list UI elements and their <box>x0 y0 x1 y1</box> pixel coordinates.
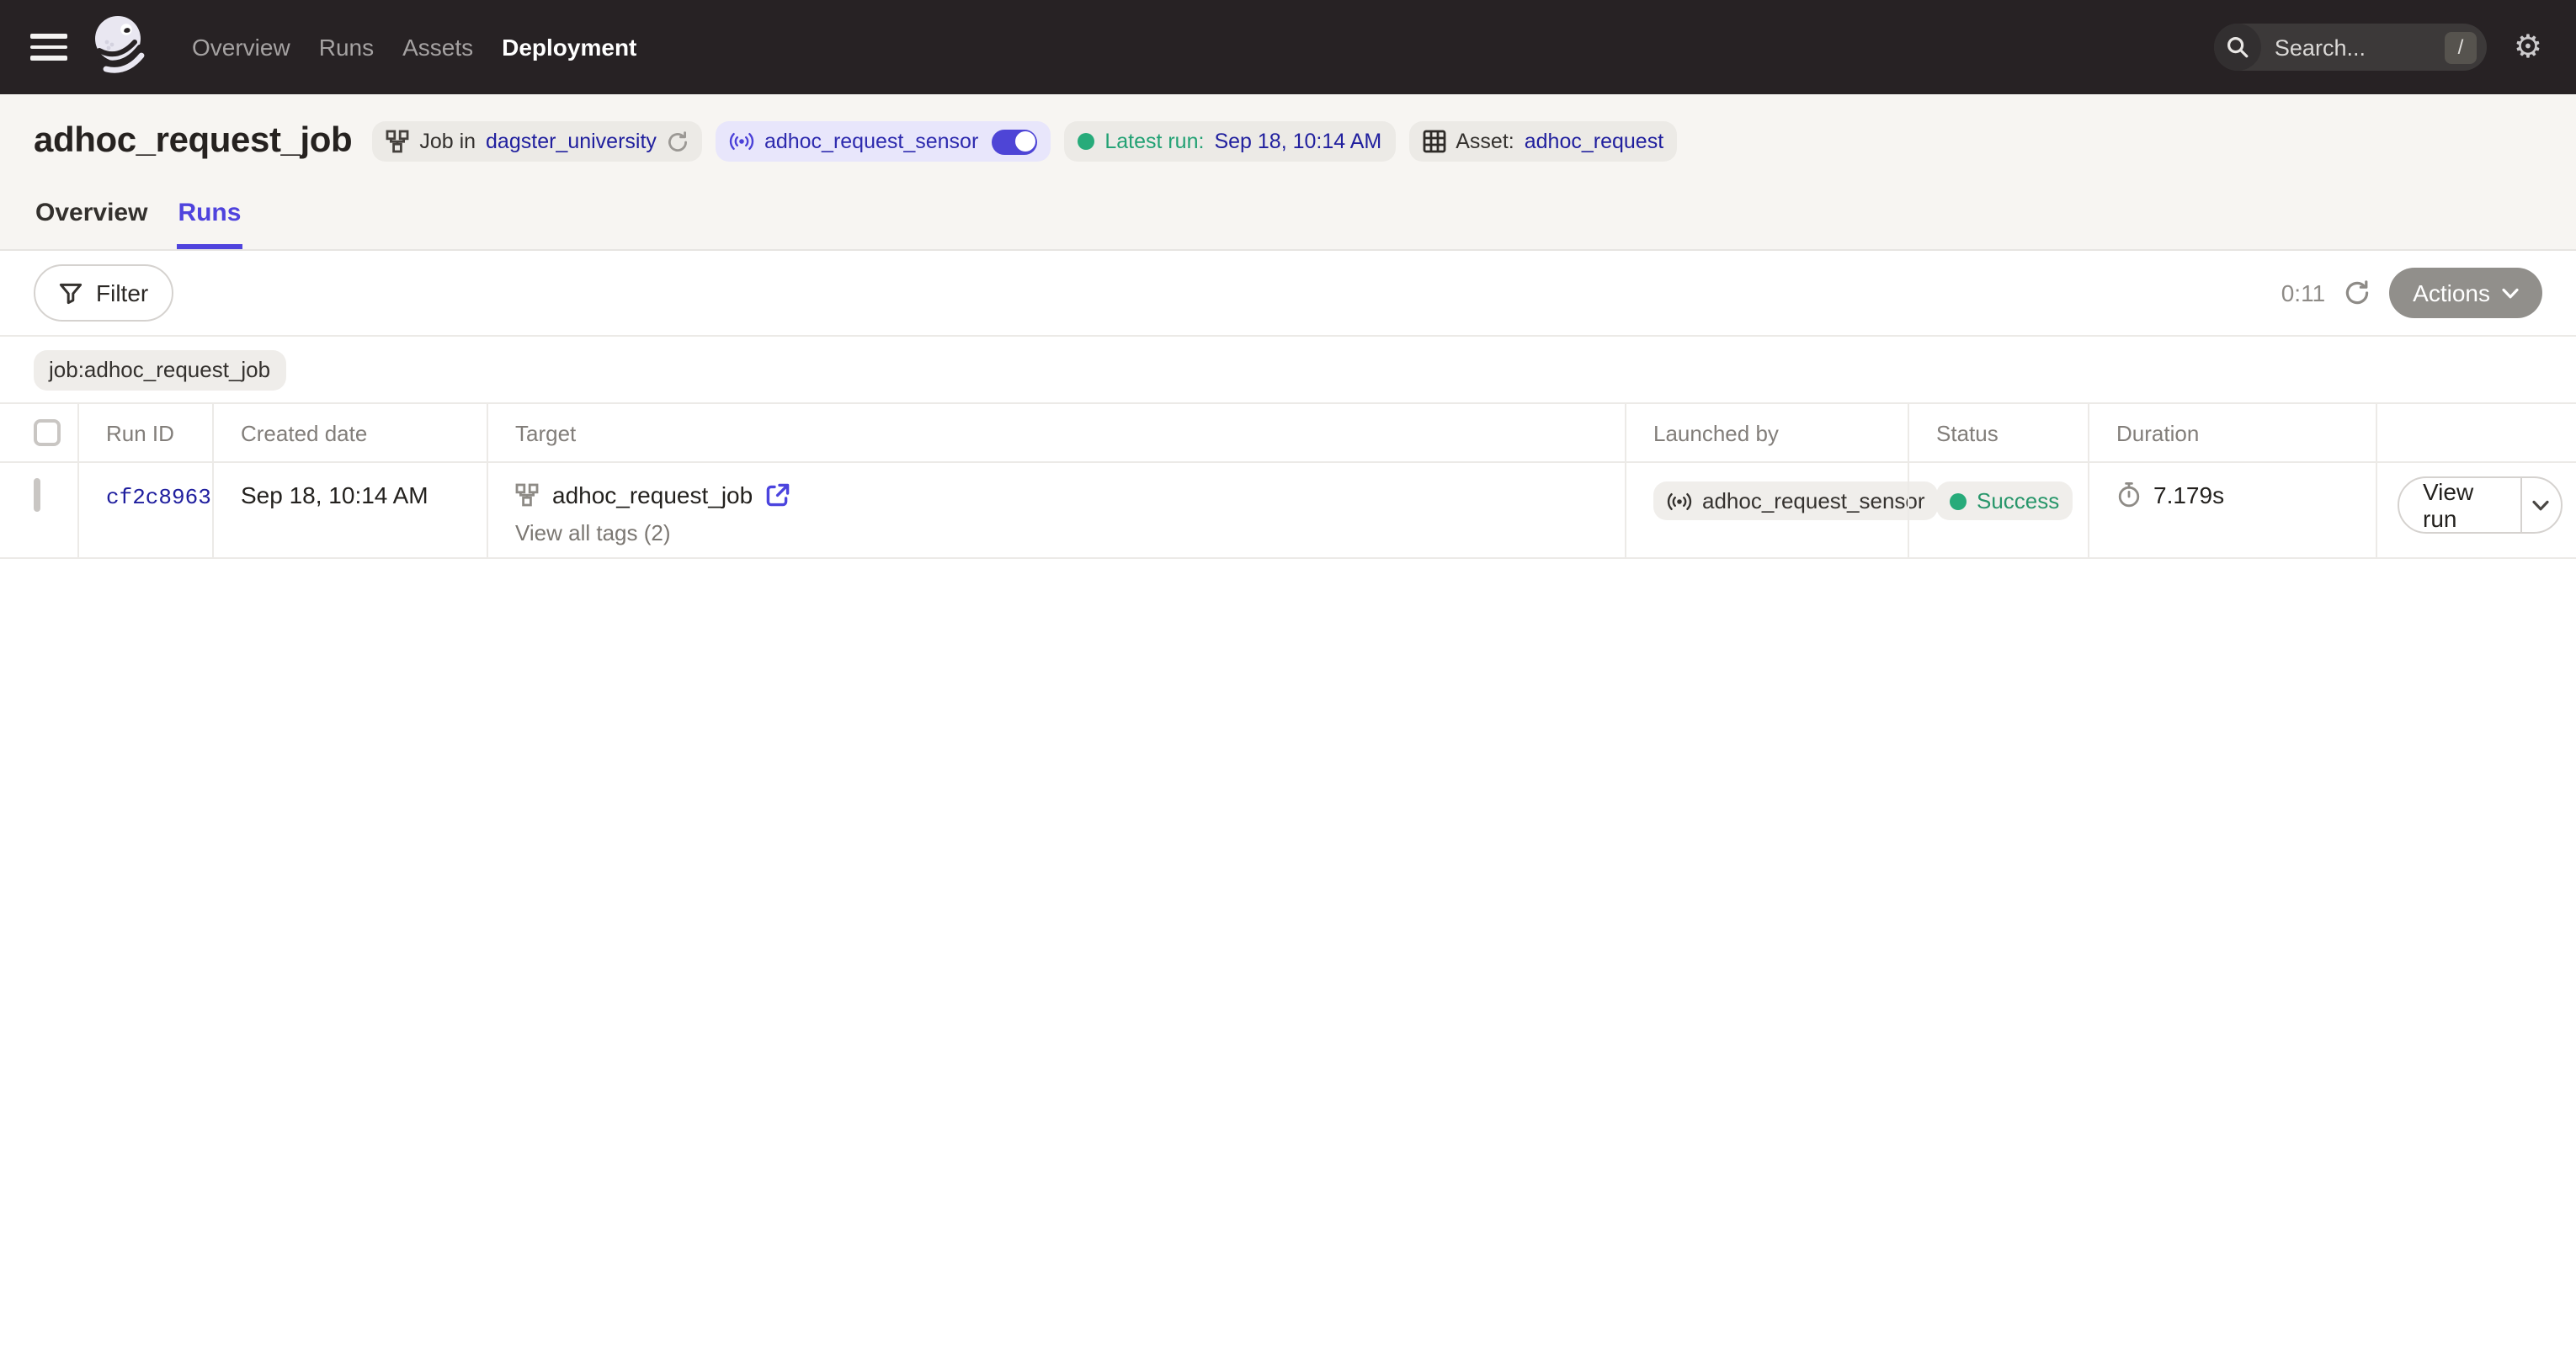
asset-tag[interactable]: Asset: adhoc_request <box>1408 121 1677 162</box>
view-run-button[interactable]: View run <box>2399 478 2520 532</box>
sensor-toggle[interactable] <box>992 129 1037 154</box>
header-tags: Job in dagster_university adhoc_request_… <box>372 121 1677 162</box>
actions-button[interactable]: Actions <box>2389 268 2542 318</box>
topnav-right: / ⚙ <box>2214 24 2542 71</box>
actions-button-label: Actions <box>2413 279 2490 306</box>
row-actions-cell: View run <box>2376 463 2576 557</box>
hamburger-menu-icon[interactable] <box>30 34 67 61</box>
view-run-split-button: View run <box>2398 476 2563 534</box>
status-cell: Success <box>1908 463 2088 557</box>
target-cell: adhoc_request_job View all tags (2) <box>487 463 1625 557</box>
launched-by-name: adhoc_request_sensor <box>1702 488 1925 513</box>
sensor-icon <box>729 131 754 152</box>
reload-location-icon[interactable] <box>667 130 689 152</box>
refresh-countdown: 0:11 <box>2281 279 2325 306</box>
asset-grid-icon <box>1422 130 1445 153</box>
nav-item-assets[interactable]: Assets <box>402 34 473 61</box>
filter-button-label: Filter <box>96 279 148 306</box>
chevron-down-icon <box>2502 287 2519 299</box>
filter-button[interactable]: Filter <box>34 264 173 322</box>
stopwatch-icon <box>2116 481 2142 508</box>
column-header-launched-by: Launched by <box>1625 404 1908 461</box>
launched-by-tag[interactable]: adhoc_request_sensor <box>1653 481 1939 520</box>
column-header-target: Target <box>487 404 1625 461</box>
search-shortcut-badge: / <box>2445 31 2477 63</box>
job-graph-icon <box>515 483 539 507</box>
search-input[interactable] <box>2261 35 2445 60</box>
page-title: adhoc_request_job <box>34 121 352 162</box>
table-row: cf2c8963 Sep 18, 10:14 AM adhoc_request_… <box>0 463 2576 559</box>
settings-gear-icon[interactable]: ⚙ <box>2514 31 2542 63</box>
latest-run-tag[interactable]: Latest run: Sep 18, 10:14 AM <box>1064 121 1395 162</box>
search-icon <box>2214 24 2261 71</box>
sensor-name: adhoc_request_sensor <box>764 130 978 153</box>
runs-table-header: Run ID Created date Target Launched by S… <box>0 404 2576 463</box>
tab-overview[interactable]: Overview <box>34 199 149 249</box>
column-header-created-date: Created date <box>212 404 487 461</box>
latest-run-status-dot <box>1078 133 1094 150</box>
app-root: Overview Runs Assets Deployment / ⚙ adho… <box>0 0 2576 1367</box>
tab-runs[interactable]: Runs <box>176 199 242 249</box>
job-location-tag[interactable]: Job in dagster_university <box>372 121 702 162</box>
asset-tag-label: Asset: <box>1456 130 1514 153</box>
page-tabs: Overview Runs <box>34 199 2542 249</box>
sensor-tag[interactable]: adhoc_request_sensor <box>716 121 1051 162</box>
primary-nav: Overview Runs Assets Deployment <box>192 34 636 61</box>
code-location-link[interactable]: dagster_university <box>486 130 657 153</box>
nav-item-overview[interactable]: Overview <box>192 34 290 61</box>
view-all-tags-link[interactable]: View all tags (2) <box>515 520 1611 545</box>
latest-run-label: Latest run: <box>1104 130 1204 153</box>
view-run-dropdown-toggle[interactable] <box>2520 478 2561 532</box>
external-link-icon[interactable] <box>766 483 790 507</box>
refresh-icon[interactable] <box>2344 279 2371 306</box>
page-header: adhoc_request_job Job in dagster_univers… <box>0 94 2576 251</box>
status-label: Success <box>1977 488 2059 513</box>
chevron-down-icon <box>2533 499 2550 511</box>
column-header-status: Status <box>1908 404 2088 461</box>
runs-toolbar: Filter 0:11 Actions <box>0 251 2576 335</box>
job-tag-prefix: Job in <box>419 130 476 153</box>
asset-link[interactable]: adhoc_request <box>1525 130 1663 153</box>
nav-item-deployment[interactable]: Deployment <box>502 34 636 61</box>
launched-by-cell: adhoc_request_sensor <box>1625 463 1908 557</box>
row-checkbox[interactable] <box>34 478 40 512</box>
duration-value: 7.179s <box>2153 481 2224 508</box>
duration-cell: 7.179s <box>2088 463 2376 557</box>
nav-item-runs[interactable]: Runs <box>319 34 374 61</box>
search-box[interactable]: / <box>2214 24 2487 71</box>
target-job-name[interactable]: adhoc_request_job <box>552 481 753 508</box>
dagster-logo-icon[interactable] <box>91 13 155 81</box>
success-dot <box>1950 492 1967 509</box>
select-all-checkbox[interactable] <box>34 419 61 446</box>
created-date-cell: Sep 18, 10:14 AM <box>212 463 487 557</box>
top-navigation: Overview Runs Assets Deployment / ⚙ <box>0 0 2576 94</box>
latest-run-time-link[interactable]: Sep 18, 10:14 AM <box>1214 130 1381 153</box>
job-graph-icon <box>386 130 409 153</box>
column-header-actions <box>2376 404 2576 461</box>
job-filter-chip[interactable]: job:adhoc_request_job <box>34 349 285 390</box>
applied-filters-row: job:adhoc_request_job <box>0 337 2576 404</box>
funnel-icon <box>59 282 82 304</box>
status-badge[interactable]: Success <box>1936 481 2073 520</box>
column-header-duration: Duration <box>2088 404 2376 461</box>
run-id-link[interactable]: cf2c8963 <box>77 463 212 557</box>
sensor-icon <box>1667 491 1692 511</box>
column-header-run-id: Run ID <box>77 404 212 461</box>
